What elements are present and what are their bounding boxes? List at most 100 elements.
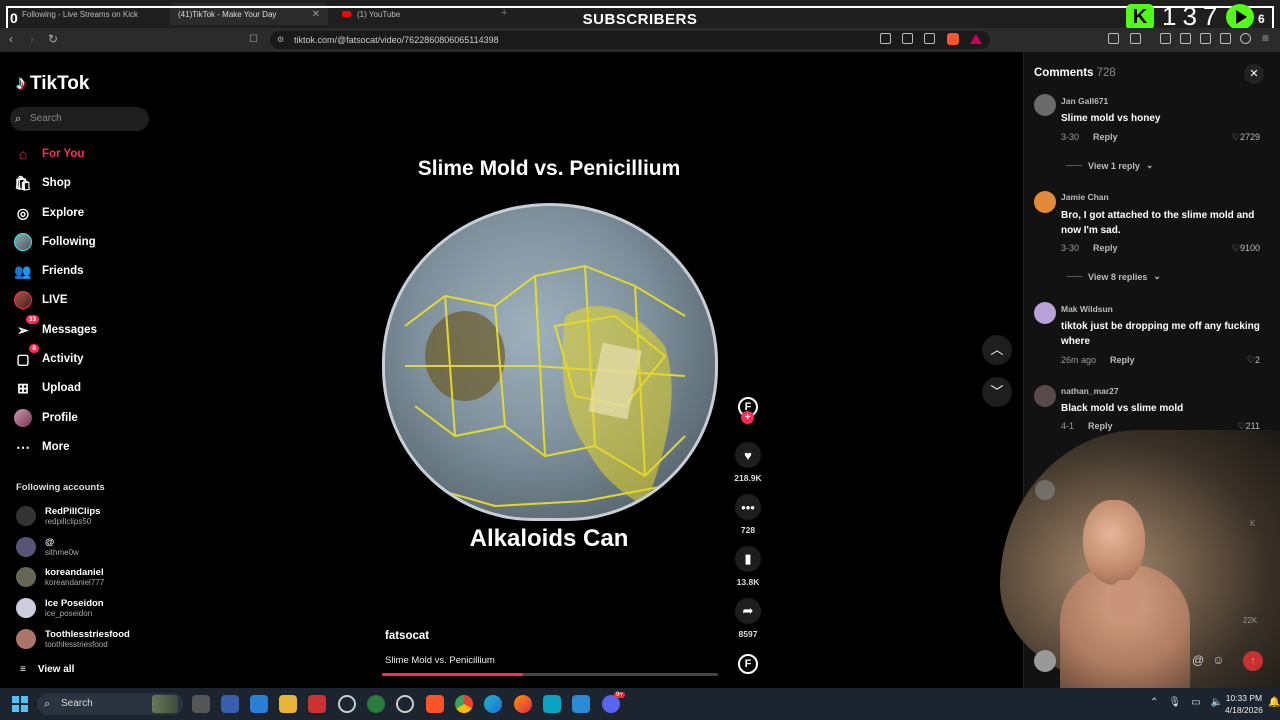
- comment-like[interactable]: ♡9100: [1200, 243, 1260, 254]
- reply-button[interactable]: Reply: [1093, 132, 1118, 142]
- share-icon[interactable]: [924, 33, 935, 44]
- display-icon[interactable]: ▭: [1191, 697, 1200, 708]
- nav-explore[interactable]: ◎ Explore: [14, 202, 84, 224]
- brave-browser-icon[interactable]: [426, 695, 444, 713]
- comment-user[interactable]: Jamie Chan: [1061, 192, 1109, 202]
- extension-icon[interactable]: [902, 33, 913, 44]
- app-icon[interactable]: [192, 695, 210, 713]
- app-icon[interactable]: [543, 695, 561, 713]
- app-icon[interactable]: [308, 695, 326, 713]
- avatar: [16, 629, 36, 649]
- compass-icon: ◎: [16, 204, 30, 221]
- nav-shop[interactable]: 🛍 Shop: [14, 172, 71, 194]
- nav-activity[interactable]: ▢ 8 Activity: [14, 344, 84, 370]
- comment-user[interactable]: Jan Gall671: [1061, 96, 1108, 106]
- chrome-icon[interactable]: [455, 695, 473, 713]
- comment-like[interactable]: ♡2729: [1200, 132, 1260, 143]
- firefox-icon[interactable]: [514, 695, 532, 713]
- windows-start-icon[interactable]: [12, 696, 28, 712]
- edge-icon[interactable]: [484, 695, 502, 713]
- following-avatar: [14, 233, 32, 251]
- next-video-button[interactable]: ﹀: [982, 377, 1012, 407]
- comment-date: 3-30: [1061, 243, 1080, 253]
- site-info-icon[interactable]: ⚙: [277, 35, 284, 44]
- close-comments-button[interactable]: ✕: [1244, 64, 1264, 84]
- vpn-icon[interactable]: [1240, 33, 1251, 44]
- bookmark-icon[interactable]: ☐: [249, 34, 258, 45]
- microphone-icon[interactable]: 🎙: [1168, 697, 1181, 708]
- video-author[interactable]: fatsocat: [385, 630, 429, 642]
- app-icon[interactable]: [396, 695, 414, 713]
- nav-more[interactable]: ⋯ More: [14, 436, 69, 458]
- speaker-icon[interactable]: 🔈: [1211, 697, 1223, 708]
- account-item[interactable]: RedPillClips redpillclips50: [16, 506, 100, 526]
- extensions-icon[interactable]: [1108, 33, 1119, 44]
- tiktok-logo[interactable]: ♪ TikTok: [16, 72, 89, 95]
- following-accounts-title: Following accounts: [16, 482, 105, 493]
- nav-following[interactable]: Following: [14, 231, 96, 253]
- account-item[interactable]: Toothlesstriesfood toothlesstriesfood: [16, 629, 130, 649]
- file-explorer-icon[interactable]: [279, 695, 297, 713]
- reply-button[interactable]: Reply: [1088, 421, 1113, 431]
- account-item[interactable]: @ sithme0w: [16, 537, 79, 557]
- emoji-icon[interactable]: ☺: [1212, 653, 1224, 667]
- avatar[interactable]: [1034, 191, 1056, 213]
- nav-friends[interactable]: 👥 Friends: [14, 260, 83, 282]
- nav-live[interactable]: LIVE: [14, 289, 68, 311]
- reply-button[interactable]: Reply: [1110, 355, 1135, 365]
- previous-video-button[interactable]: ︿: [982, 335, 1012, 365]
- view-all-link[interactable]: ≡ View all: [20, 664, 74, 675]
- app-icon[interactable]: [250, 695, 268, 713]
- send-comment-button[interactable]: ↑: [1243, 651, 1263, 671]
- brave-shield-icon[interactable]: [947, 33, 959, 45]
- comment-like[interactable]: ♡2: [1200, 355, 1260, 366]
- sidebar-icon[interactable]: [1180, 33, 1191, 44]
- comment-button[interactable]: ••• 728: [732, 494, 764, 535]
- nav-messages[interactable]: ➢ 33 Messages: [14, 315, 97, 341]
- chevron-up-icon[interactable]: ⌃: [1150, 697, 1158, 708]
- avatar[interactable]: [1034, 302, 1056, 324]
- partial-like-count: 22K: [1243, 616, 1258, 625]
- search-input[interactable]: ⌕ Search: [10, 107, 149, 131]
- notifications-icon[interactable]: 🔔: [1268, 697, 1280, 708]
- profile-icon[interactable]: [1220, 33, 1231, 44]
- messages-badge: 33: [25, 315, 39, 324]
- sound-disc-button[interactable]: F: [732, 654, 764, 674]
- screenshot-icon[interactable]: [1130, 33, 1141, 44]
- forward-icon[interactable]: ›: [30, 32, 34, 46]
- app-icon[interactable]: [367, 695, 385, 713]
- reload-icon[interactable]: ↻: [48, 32, 58, 46]
- app-icon[interactable]: [338, 695, 356, 713]
- nav-upload[interactable]: ⊞ Upload: [14, 377, 81, 399]
- petri-dish-video-frame[interactable]: [382, 203, 718, 521]
- reply-button[interactable]: Reply: [1093, 243, 1118, 253]
- account-item[interactable]: koreandaniel koreandaniel777: [16, 567, 104, 587]
- menu-icon[interactable]: ≡: [1262, 31, 1269, 45]
- view-replies-button[interactable]: View 8 replies ⌄: [1066, 271, 1161, 282]
- back-icon[interactable]: ‹: [9, 32, 13, 46]
- comment-user[interactable]: nathan_mar27: [1061, 386, 1119, 396]
- nav-for-you[interactable]: ⌂ For You: [14, 143, 85, 165]
- share-button[interactable]: ➦ 8597: [732, 598, 764, 639]
- vscode-icon[interactable]: [572, 695, 590, 713]
- avatar[interactable]: [1034, 385, 1056, 407]
- wallet-icon[interactable]: [1200, 33, 1211, 44]
- view-replies-button[interactable]: View 1 reply ⌄: [1066, 160, 1153, 171]
- save-button[interactable]: ▮ 13.8K: [732, 546, 764, 587]
- comment-like-count: 2: [1254, 355, 1260, 365]
- follow-plus-icon[interactable]: +: [741, 411, 754, 424]
- avatar[interactable]: [1034, 94, 1056, 116]
- like-button[interactable]: ♥ 218.9K: [732, 442, 764, 483]
- app-icon[interactable]: [221, 695, 239, 713]
- extension-icon[interactable]: [880, 33, 891, 44]
- system-clock[interactable]: 10:33 PM 4/18/2026: [1225, 692, 1263, 716]
- nav-profile[interactable]: Profile: [14, 407, 78, 429]
- at-mention-icon[interactable]: @: [1192, 653, 1204, 667]
- comment-user[interactable]: Mak Wildsun: [1061, 304, 1113, 314]
- video-progress-bar[interactable]: [382, 673, 718, 676]
- account-item[interactable]: Ice Poseidon ice_poseidon: [16, 598, 104, 618]
- comment-date: 4-1: [1061, 421, 1075, 431]
- creator-avatar-button[interactable]: F +: [732, 397, 764, 424]
- brave-rewards-icon[interactable]: [970, 34, 982, 44]
- media-icon[interactable]: [1160, 33, 1171, 44]
